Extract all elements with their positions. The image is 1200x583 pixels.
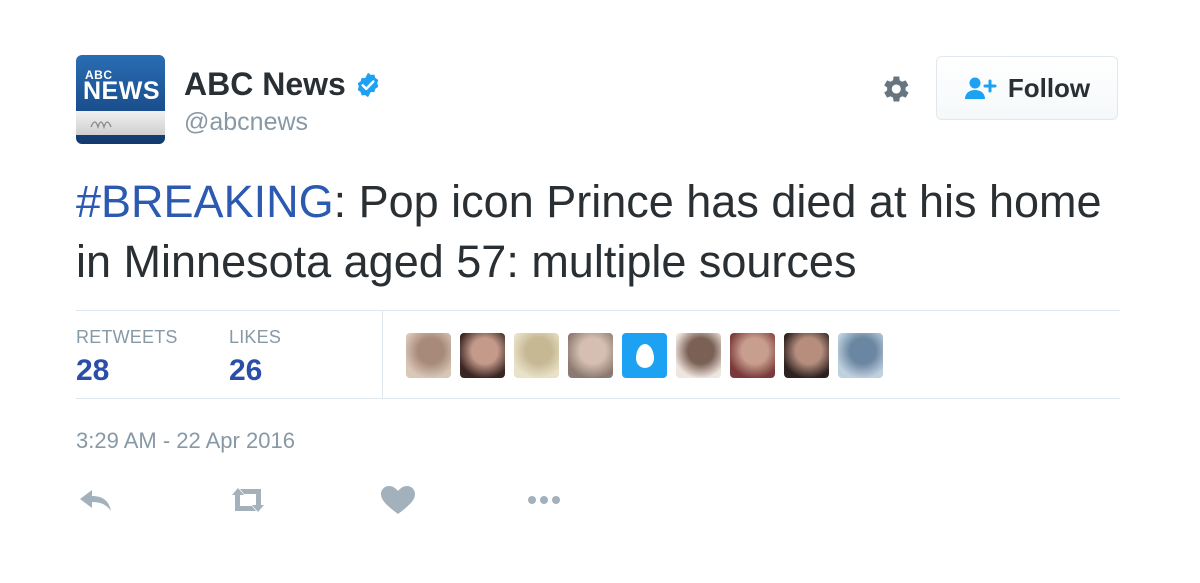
divider [76,398,1120,399]
liker-avatar[interactable] [730,333,775,378]
avatar-news-text: NEWS [83,77,160,105]
more-icon[interactable] [524,484,564,516]
likes-count: 26 [229,354,263,387]
verified-badge-icon [357,72,379,97]
likes-label: LIKES [229,327,282,347]
retweet-icon[interactable] [228,484,268,516]
liker-avatar[interactable] [460,333,505,378]
person-add-icon [964,77,997,99]
gear-icon[interactable] [878,72,912,106]
tweet-card: ABC NEWS ABC News @abcnews Follow #BREAK… [0,0,1200,583]
liker-avatar[interactable] [838,333,883,378]
retweets-stat[interactable]: RETWEETS 28 [76,327,178,388]
liker-avatars [406,333,883,378]
divider [76,310,1120,311]
default-egg-avatar[interactable] [622,333,667,378]
liker-avatar[interactable] [676,333,721,378]
reply-icon[interactable] [76,484,116,516]
display-name-row: ABC News [184,66,382,103]
follow-label: Follow [1007,72,1091,103]
abc-logo-icon [90,121,112,129]
egg-icon [635,343,654,368]
likes-stat[interactable]: LIKES 26 [229,327,281,388]
retweets-label: RETWEETS [76,327,178,347]
display-name[interactable]: ABC News [184,66,346,103]
liker-avatar[interactable] [406,333,451,378]
follow-button[interactable]: Follow [936,56,1118,120]
screen-name[interactable]: @abcnews [184,108,308,137]
tweet-timestamp[interactable]: 3:29 AM - 22 Apr 2016 [76,428,295,454]
avatar-band [76,111,165,135]
retweets-count: 28 [76,354,110,387]
liker-avatar[interactable] [568,333,613,378]
liker-avatar[interactable] [784,333,829,378]
tweet-text: #BREAKING: Pop icon Prince has died at h… [76,172,1126,292]
stats-divider [382,311,383,398]
profile-avatar[interactable]: ABC NEWS [76,55,165,144]
liker-avatar[interactable] [514,333,559,378]
hashtag-link[interactable]: #BREAKING [76,176,334,227]
heart-icon[interactable] [378,484,418,516]
